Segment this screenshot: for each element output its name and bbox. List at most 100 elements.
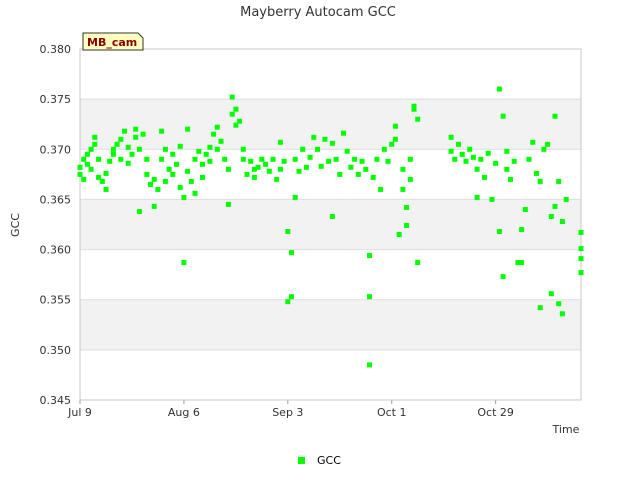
x-tick-label: Jul 9 <box>67 406 92 419</box>
gcc-point <box>225 201 231 207</box>
gcc-point <box>92 134 98 140</box>
y-tick-label: 0.355 <box>40 294 72 307</box>
legend-label-gcc: GCC <box>317 454 341 467</box>
gcc-point <box>162 178 168 184</box>
gcc-point <box>92 141 98 147</box>
gcc-point <box>214 146 220 152</box>
gcc-point <box>255 164 261 170</box>
gcc-point <box>118 156 124 162</box>
gcc-point <box>556 178 562 184</box>
gcc-point <box>155 186 161 192</box>
gcc-point <box>478 156 484 162</box>
gcc-point <box>274 176 280 182</box>
y-axis-tick-labels: 0.345 0.350 0.355 0.360 0.365 0.370 0.375 0.380 <box>40 43 72 407</box>
gcc-point <box>352 156 358 162</box>
gcc-point <box>285 299 291 305</box>
gcc-point <box>151 203 157 209</box>
gcc-point <box>530 139 536 145</box>
gcc-point <box>222 156 228 162</box>
gcc-point <box>534 170 539 176</box>
gcc-point <box>181 194 187 200</box>
gcc-point <box>337 171 343 177</box>
gcc-point <box>307 154 313 160</box>
gcc-point <box>396 232 402 237</box>
y-tick-label: 0.365 <box>40 193 72 206</box>
gcc-point <box>259 156 265 162</box>
gcc-point <box>292 194 298 200</box>
gcc-point <box>200 174 205 180</box>
mb-cam-badge: MB_cam <box>82 32 144 51</box>
gcc-point <box>77 164 83 170</box>
gcc-point <box>311 134 317 140</box>
gcc-point <box>552 203 558 209</box>
gcc-point <box>214 124 220 130</box>
gcc-point <box>144 156 150 162</box>
gcc-point <box>333 156 339 162</box>
gcc-point <box>170 171 176 177</box>
gcc-point <box>122 128 127 134</box>
gcc-point <box>489 196 495 202</box>
gcc-point <box>545 141 551 147</box>
x-tick-label: Aug 6 <box>168 406 200 419</box>
gcc-point <box>296 168 302 174</box>
gcc-point <box>474 166 480 172</box>
gcc-point <box>185 126 191 132</box>
gcc-point <box>359 158 365 164</box>
gcc-point <box>578 230 584 235</box>
gcc-point <box>415 116 421 122</box>
gcc-point <box>559 311 565 317</box>
gcc-point <box>225 166 231 172</box>
gcc-point <box>166 166 172 172</box>
y-tick-label: 0.375 <box>40 93 72 106</box>
gcc-point <box>578 256 584 262</box>
gcc-point <box>493 160 499 166</box>
gcc-point <box>485 150 491 156</box>
legend-swatch-gcc <box>298 457 305 464</box>
gcc-point <box>519 260 525 266</box>
gcc-point <box>548 291 554 297</box>
gcc-point <box>188 178 194 184</box>
gcc-point <box>281 158 287 164</box>
gcc-point <box>415 260 421 266</box>
gcc-point <box>329 140 335 146</box>
y-tick-label: 0.360 <box>40 244 72 257</box>
gcc-point <box>133 134 139 140</box>
y-axis-label: GCC <box>9 213 22 237</box>
gcc-point <box>496 229 502 234</box>
legend[interactable]: GCC <box>298 454 341 467</box>
gcc-point <box>537 305 543 311</box>
gcc-point <box>303 164 309 170</box>
gcc-point <box>404 223 410 228</box>
gcc-point <box>110 151 116 157</box>
gcc-point <box>103 170 109 176</box>
gcc-point <box>500 274 506 280</box>
gcc-point <box>367 294 372 300</box>
gcc-point <box>277 139 283 145</box>
gcc-point <box>162 146 168 152</box>
gcc-point <box>244 171 250 177</box>
gcc-point <box>508 176 513 182</box>
gcc-point <box>363 166 369 172</box>
gcc-point <box>88 146 94 152</box>
x-axis-label: Time <box>552 423 580 436</box>
background-bands <box>80 49 581 400</box>
gcc-point <box>470 154 476 160</box>
y-tick-label: 0.380 <box>40 43 72 56</box>
gcc-point <box>174 161 179 167</box>
gcc-point <box>578 270 584 276</box>
gcc-point <box>548 214 554 219</box>
gcc-point <box>133 126 139 132</box>
gcc-point <box>218 138 224 144</box>
gcc-point <box>81 176 87 182</box>
gcc-point <box>88 166 94 172</box>
gcc-point <box>392 136 398 142</box>
gcc-point <box>285 229 291 234</box>
gcc-point <box>110 146 116 152</box>
gcc-point <box>248 158 254 164</box>
chart-title: Mayberry Autocam GCC <box>240 5 396 20</box>
gcc-point <box>511 158 517 164</box>
gcc-point <box>559 219 565 224</box>
gcc-point <box>96 156 102 162</box>
gcc-point <box>207 144 213 150</box>
gcc-point <box>144 171 150 177</box>
